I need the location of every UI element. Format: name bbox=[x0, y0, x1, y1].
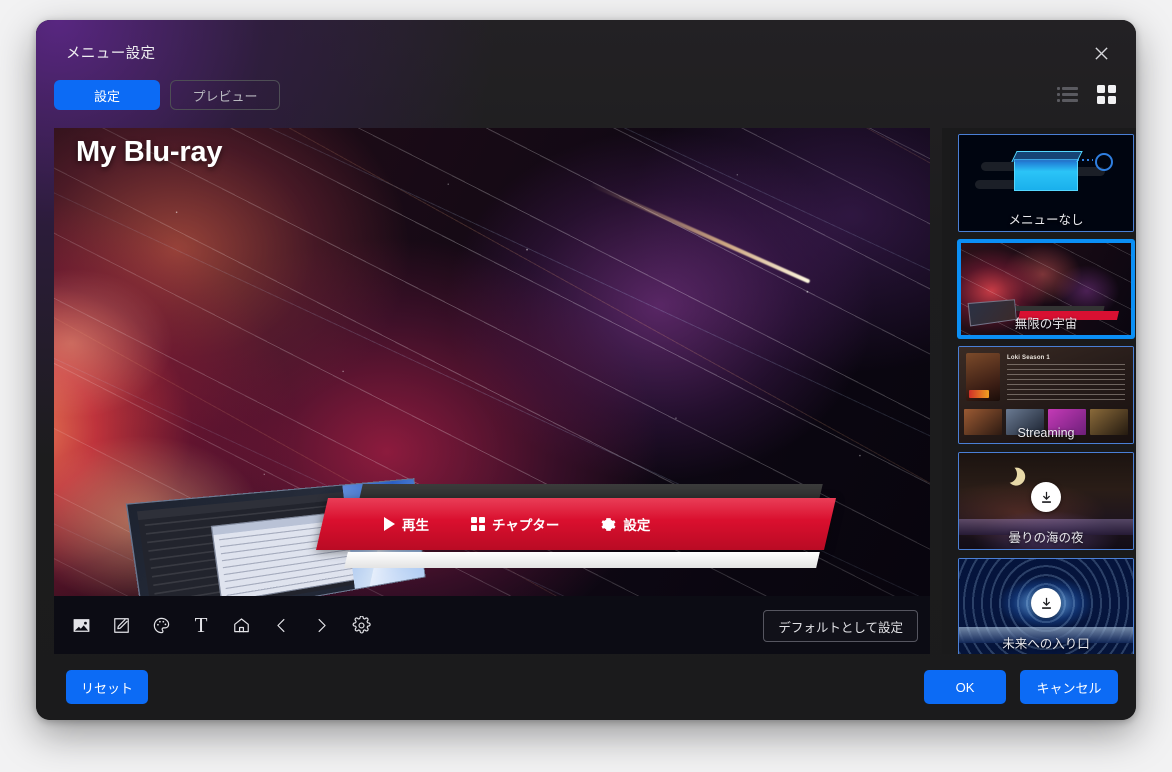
dialog-title: メニュー設定 bbox=[66, 46, 156, 62]
chevron-left-icon bbox=[276, 618, 284, 632]
menu-button-settings[interactable]: 設定 bbox=[601, 514, 650, 534]
menu-settings-dialog: メニュー設定 設定 プレビュー My Blu-ray 再生 チャプター 設定 T… bbox=[36, 20, 1136, 720]
previous-page-tool[interactable] bbox=[264, 608, 298, 642]
close-button[interactable] bbox=[1084, 36, 1118, 70]
next-page-tool[interactable] bbox=[304, 608, 338, 642]
close-icon bbox=[1094, 46, 1108, 60]
tabs-row: 設定 プレビュー bbox=[36, 80, 1136, 128]
streaming-thumb-title: Loki Season 1 bbox=[1007, 355, 1050, 361]
tab-settings-label: 設定 bbox=[93, 88, 120, 104]
chapters-grid-icon bbox=[471, 517, 485, 531]
menu-button-play[interactable]: 再生 bbox=[384, 514, 429, 534]
disc-menu-bar: 再生 チャプター 設定 bbox=[54, 466, 930, 596]
background-image-tool[interactable] bbox=[64, 608, 98, 642]
download-icon bbox=[1041, 491, 1051, 503]
template-card-infinite-universe[interactable]: 無限の宇宙 bbox=[958, 240, 1134, 338]
menu-button-row: 再生 チャプター 設定 bbox=[384, 510, 784, 538]
text-icon: T bbox=[194, 612, 208, 637]
menu-button-chapters-label: チャプター bbox=[492, 518, 560, 533]
download-button[interactable] bbox=[1031, 482, 1061, 513]
color-palette-tool[interactable] bbox=[144, 608, 178, 642]
reset-button[interactable]: リセット bbox=[66, 670, 148, 704]
template-panel: メニューなし 無限の宇宙 Loki Season 1 Streaming 曇りの… bbox=[942, 128, 1136, 654]
tab-settings[interactable]: 設定 bbox=[54, 80, 160, 110]
edit-tool[interactable] bbox=[104, 608, 138, 642]
settings-tool[interactable] bbox=[344, 608, 378, 642]
home-icon bbox=[233, 617, 249, 632]
cancel-button[interactable]: キャンセル bbox=[1020, 670, 1118, 704]
play-icon bbox=[384, 517, 395, 531]
edit-square-icon bbox=[113, 617, 129, 633]
menu-preview-area: My Blu-ray 再生 チャプター 設定 T デフォルトとして設定 bbox=[54, 128, 930, 654]
view-toggle-group bbox=[1057, 82, 1118, 106]
tab-preview[interactable]: プレビュー bbox=[170, 80, 280, 110]
disc-title[interactable]: My Blu-ray bbox=[76, 136, 222, 169]
template-label: 未来への入り口 bbox=[1002, 637, 1090, 651]
template-label: 無限の宇宙 bbox=[1014, 317, 1078, 331]
tab-preview-label: プレビュー bbox=[192, 88, 258, 104]
text-tool[interactable]: T bbox=[184, 608, 218, 642]
menu-bar-white-band bbox=[344, 552, 820, 568]
dialog-titlebar: メニュー設定 bbox=[36, 20, 1136, 86]
download-button[interactable] bbox=[1031, 588, 1061, 619]
moon-icon bbox=[997, 463, 1020, 486]
image-icon bbox=[73, 618, 89, 632]
palette-icon bbox=[153, 617, 169, 633]
menu-button-settings-label: 設定 bbox=[623, 518, 651, 533]
template-card-cloudy-sea-night[interactable]: 曇りの海の夜 bbox=[958, 452, 1134, 550]
template-card-streaming[interactable]: Loki Season 1 Streaming bbox=[958, 346, 1134, 444]
grid-view-icon bbox=[1096, 84, 1116, 104]
set-as-default-label: デフォルトとして設定 bbox=[778, 620, 903, 635]
template-label: Streaming bbox=[1017, 426, 1075, 440]
list-view-button[interactable] bbox=[1057, 82, 1082, 106]
template-list: メニューなし 無限の宇宙 Loki Season 1 Streaming 曇りの… bbox=[942, 128, 1136, 654]
chevron-right-icon bbox=[318, 618, 326, 632]
list-view-icon bbox=[1057, 86, 1078, 102]
download-icon bbox=[1041, 597, 1051, 609]
template-label: メニューなし bbox=[1008, 213, 1084, 227]
template-card-no-menu[interactable]: メニューなし bbox=[958, 134, 1134, 232]
template-label: 曇りの海の夜 bbox=[1008, 531, 1084, 545]
set-as-default-button[interactable]: デフォルトとして設定 bbox=[763, 610, 918, 642]
gear-icon bbox=[352, 615, 371, 633]
menu-button-play-label: 再生 bbox=[402, 518, 429, 533]
dialog-footer: リセット OK キャンセル bbox=[36, 654, 1136, 720]
home-tool[interactable] bbox=[224, 608, 258, 642]
menu-button-chapters[interactable]: チャプター bbox=[471, 514, 559, 534]
template-card-gateway-to-future[interactable]: 未来への入り口 bbox=[958, 558, 1134, 654]
grid-view-button[interactable] bbox=[1094, 82, 1118, 106]
gear-icon bbox=[601, 517, 616, 532]
preview-toolbar: T デフォルトとして設定 bbox=[54, 596, 930, 654]
ok-button[interactable]: OK bbox=[924, 670, 1006, 704]
menu-canvas[interactable]: My Blu-ray 再生 チャプター 設定 bbox=[54, 128, 930, 596]
